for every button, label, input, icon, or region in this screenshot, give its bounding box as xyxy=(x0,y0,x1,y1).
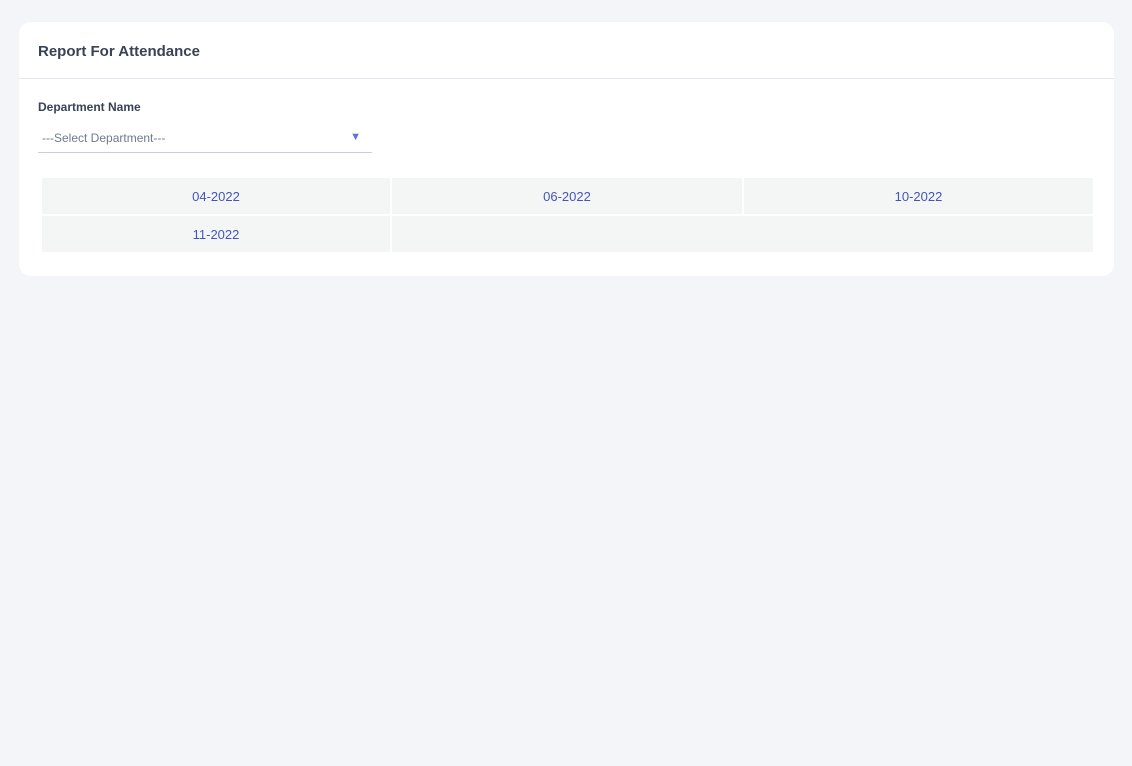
department-select-value: ---Select Department--- xyxy=(42,131,166,145)
empty-grid-cell xyxy=(392,216,1093,252)
month-link[interactable]: 06-2022 xyxy=(392,178,742,214)
card-header: Report For Attendance xyxy=(19,22,1114,79)
caret-down-icon: ▼ xyxy=(350,131,361,143)
attendance-report-card: Report For Attendance Department Name --… xyxy=(19,22,1114,276)
month-link[interactable]: 10-2022 xyxy=(744,178,1093,214)
month-link[interactable]: 04-2022 xyxy=(42,178,390,214)
department-select[interactable]: ---Select Department--- ▼ xyxy=(38,125,372,153)
department-name-label: Department Name xyxy=(38,100,141,114)
month-link[interactable]: 11-2022 xyxy=(42,216,390,252)
page-title: Report For Attendance xyxy=(38,42,200,60)
month-grid: 04-2022 06-2022 10-2022 11-2022 xyxy=(42,178,1093,252)
